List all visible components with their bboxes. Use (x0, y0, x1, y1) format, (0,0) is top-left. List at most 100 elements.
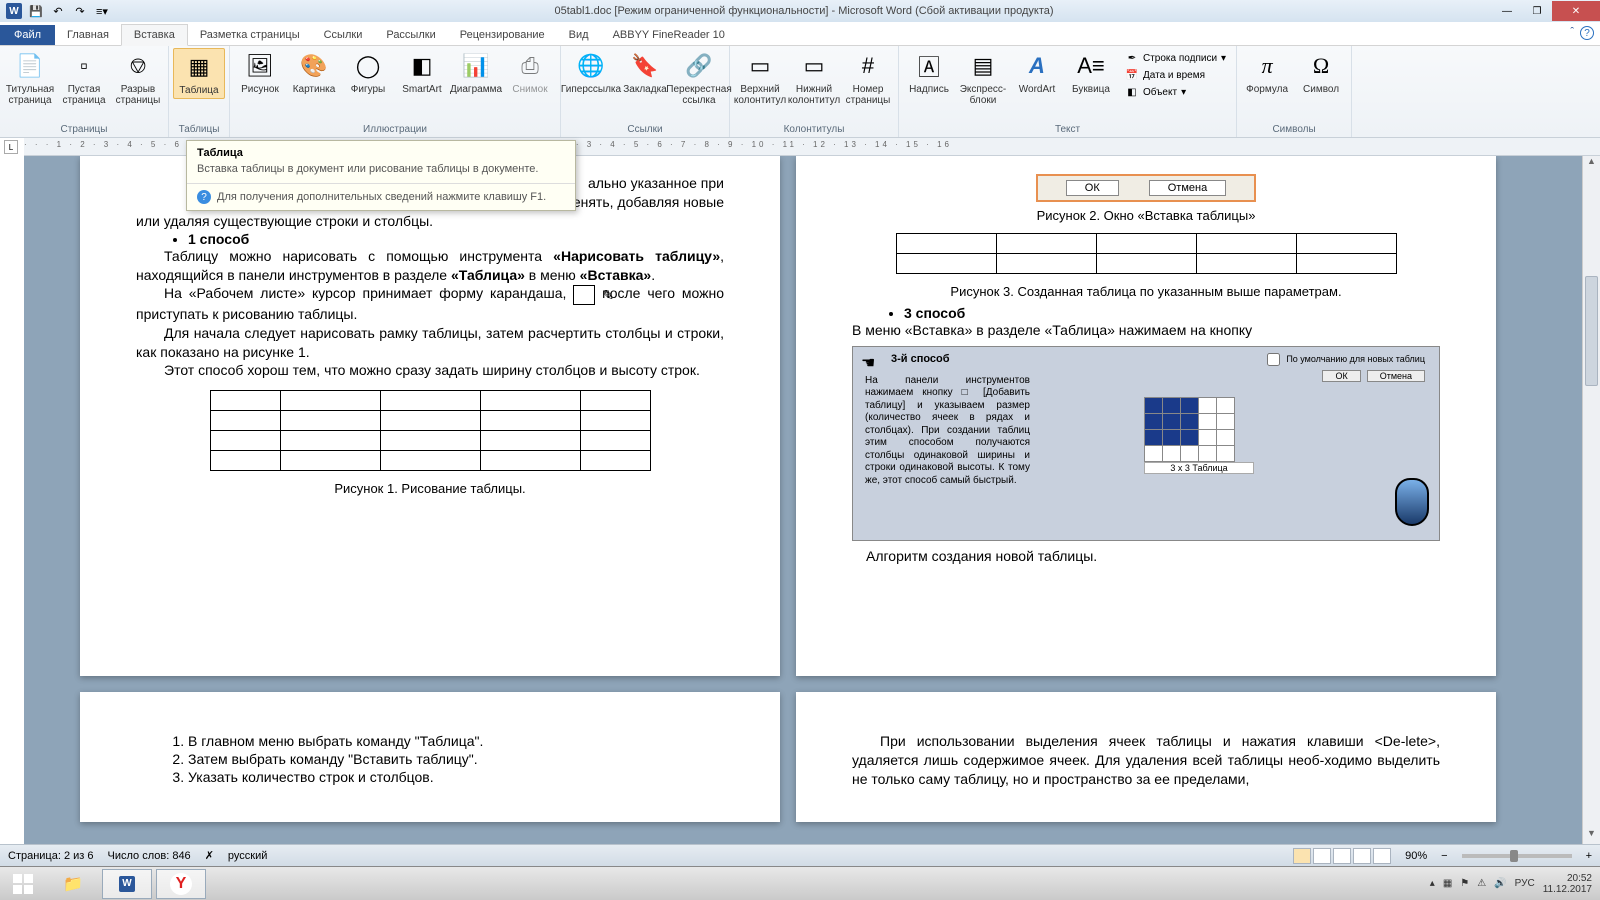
tab-references[interactable]: Ссылки (312, 25, 375, 45)
word-app-icon[interactable]: W (4, 2, 24, 20)
zoom-slider[interactable] (1462, 854, 1572, 858)
group-text-label: Текст (903, 122, 1232, 137)
help-icon[interactable]: ? (1580, 26, 1594, 40)
save-icon[interactable]: 💾 (26, 2, 46, 20)
quickparts-button[interactable]: ▤Экспресс-блоки (957, 48, 1009, 108)
tooltip-title: Таблица (187, 141, 575, 161)
tray-devices-icon[interactable]: ▦ (1443, 878, 1452, 889)
file-tab[interactable]: Файл (0, 25, 55, 45)
textbox-button[interactable]: 🄰Надпись (903, 48, 955, 97)
minimize-ribbon-icon[interactable]: ˆ (1570, 26, 1574, 40)
status-page[interactable]: Страница: 2 из 6 (8, 850, 94, 862)
tab-abbyy[interactable]: ABBYY FineReader 10 (601, 25, 737, 45)
zoom-out-button[interactable]: − (1441, 850, 1447, 862)
dropcap-button[interactable]: A≡Буквица (1065, 48, 1117, 97)
screenshot-icon: ⎙ (514, 50, 546, 82)
crossref-icon: 🔗 (683, 50, 715, 82)
print-layout-view[interactable] (1293, 848, 1311, 864)
scroll-down-icon[interactable]: ▼ (1583, 828, 1600, 844)
symbol-button[interactable]: ΩСимвол (1295, 48, 1347, 97)
screenshot-button[interactable]: ⎙Снимок (504, 48, 556, 97)
equation-button[interactable]: πФормула (1241, 48, 1293, 97)
tab-review[interactable]: Рецензирование (448, 25, 557, 45)
scroll-up-icon[interactable]: ▲ (1583, 156, 1600, 172)
scroll-thumb[interactable] (1585, 276, 1598, 386)
page-left-bottom: В главном меню выбрать команду "Таблица"… (80, 692, 780, 822)
taskbar: 📁 W Y ▴ ▦ ⚑ ⚠ 🔊 РУС 20:52 11.12.2017 (0, 866, 1600, 900)
tab-view[interactable]: Вид (557, 25, 601, 45)
status-bar: Страница: 2 из 6 Число слов: 846 ✗ русск… (0, 844, 1600, 866)
date-time-button[interactable]: 📅Дата и время (1121, 67, 1230, 83)
shapes-icon: ◯ (352, 50, 384, 82)
close-button[interactable]: ✕ (1552, 1, 1600, 21)
tooltip-body: Вставка таблицы в документ или рисование… (187, 161, 575, 183)
vertical-scrollbar[interactable]: ▲ ▼ (1582, 156, 1600, 844)
redo-icon[interactable]: ↷ (70, 2, 90, 20)
signature-icon: ✒ (1125, 51, 1139, 65)
proofing-icon[interactable]: ✗ (205, 849, 214, 862)
wordart-icon: A (1021, 50, 1053, 82)
tray-show-hidden-icon[interactable]: ▴ (1430, 878, 1435, 889)
taskbar-word[interactable]: W (102, 869, 152, 899)
crossref-button[interactable]: 🔗Перекрестная ссылка (673, 48, 725, 108)
tray-action-center-icon[interactable]: ⚑ (1460, 878, 1469, 889)
wordart-button[interactable]: AWordArt (1011, 48, 1063, 97)
cover-page-button[interactable]: 📄Титульная страница (4, 48, 56, 108)
tab-home[interactable]: Главная (55, 25, 121, 45)
web-layout-view[interactable] (1333, 848, 1351, 864)
taskbar-explorer[interactable]: 📁 (48, 869, 98, 899)
group-links: 🌐Гиперссылка 🔖Закладка 🔗Перекрестная ссы… (561, 46, 730, 137)
draft-view[interactable] (1373, 848, 1391, 864)
zoom-in-button[interactable]: + (1586, 850, 1592, 862)
chart-button[interactable]: 📊Диаграмма (450, 48, 502, 97)
shapes-button[interactable]: ◯Фигуры (342, 48, 394, 97)
tray-volume-icon[interactable]: 🔊 (1494, 878, 1506, 889)
embed-cancel-button: Отмена (1367, 370, 1425, 382)
ruler-corner[interactable]: L (4, 140, 18, 154)
tab-insert[interactable]: Вставка (121, 24, 188, 46)
minimize-button[interactable]: — (1492, 1, 1522, 21)
group-tables: ▦Таблица Таблицы (169, 46, 230, 137)
group-pages: 📄Титульная страница ▫Пустая страница ⎊Ра… (0, 46, 169, 137)
header-button[interactable]: ▭Верхний колонтитул (734, 48, 786, 108)
status-words[interactable]: Число слов: 846 (108, 850, 191, 862)
qat-customize-icon[interactable]: ≡▾ (92, 2, 112, 20)
tab-mailings[interactable]: Рассылки (374, 25, 447, 45)
page-break-button[interactable]: ⎊Разрыв страницы (112, 48, 164, 108)
figure3-table (896, 233, 1397, 274)
picture-button[interactable]: 🖼Рисунок (234, 48, 286, 97)
figure1-caption: Рисунок 1. Рисование таблицы. (136, 481, 724, 496)
dropcap-icon: A≡ (1075, 50, 1107, 82)
table-button[interactable]: ▦Таблица (173, 48, 225, 99)
embedded-figure-3way: ☚ 3-й способ На панели инструментов нажи… (852, 346, 1440, 541)
bookmark-button[interactable]: 🔖Закладка (619, 48, 671, 97)
footer-button[interactable]: ▭Нижний колонтитул (788, 48, 840, 108)
clipart-button[interactable]: 🎨Картинка (288, 48, 340, 97)
taskbar-yandex[interactable]: Y (156, 869, 206, 899)
tray-clock[interactable]: 20:52 11.12.2017 (1543, 873, 1592, 895)
tray-network-icon[interactable]: ⚠ (1477, 878, 1486, 889)
page-break-icon: ⎊ (122, 50, 154, 82)
hyperlink-button[interactable]: 🌐Гиперссылка (565, 48, 617, 97)
undo-icon[interactable]: ↶ (48, 2, 68, 20)
status-language[interactable]: русский (228, 850, 267, 862)
zoom-level[interactable]: 90% (1405, 850, 1427, 862)
tab-page-layout[interactable]: Разметка страницы (188, 25, 312, 45)
object-button[interactable]: ◧Объект ▾ (1121, 84, 1230, 100)
fullscreen-view[interactable] (1313, 848, 1331, 864)
group-illus-label: Иллюстрации (234, 122, 556, 137)
footer-icon: ▭ (798, 50, 830, 82)
figure3-caption: Рисунок 3. Созданная таблица по указанны… (852, 284, 1440, 299)
cursor-hand-icon: ☚ (861, 353, 875, 373)
group-text: 🄰Надпись ▤Экспресс-блоки AWordArt A≡Букв… (899, 46, 1237, 137)
restore-button[interactable]: ❐ (1522, 1, 1552, 21)
smartart-button[interactable]: ◧SmartArt (396, 48, 448, 97)
tray-lang[interactable]: РУС (1515, 878, 1535, 889)
blank-page-button[interactable]: ▫Пустая страница (58, 48, 110, 108)
embed-ok-button: ОК (1322, 370, 1360, 382)
signature-line-button[interactable]: ✒Строка подписи ▾ (1121, 50, 1230, 66)
start-button[interactable] (0, 874, 46, 894)
document-area[interactable]: 15 · 16 · 17 · 18 · 19 · 20 · 21 · 22 · … (24, 156, 1582, 844)
page-number-button[interactable]: #Номер страницы (842, 48, 894, 108)
outline-view[interactable] (1353, 848, 1371, 864)
